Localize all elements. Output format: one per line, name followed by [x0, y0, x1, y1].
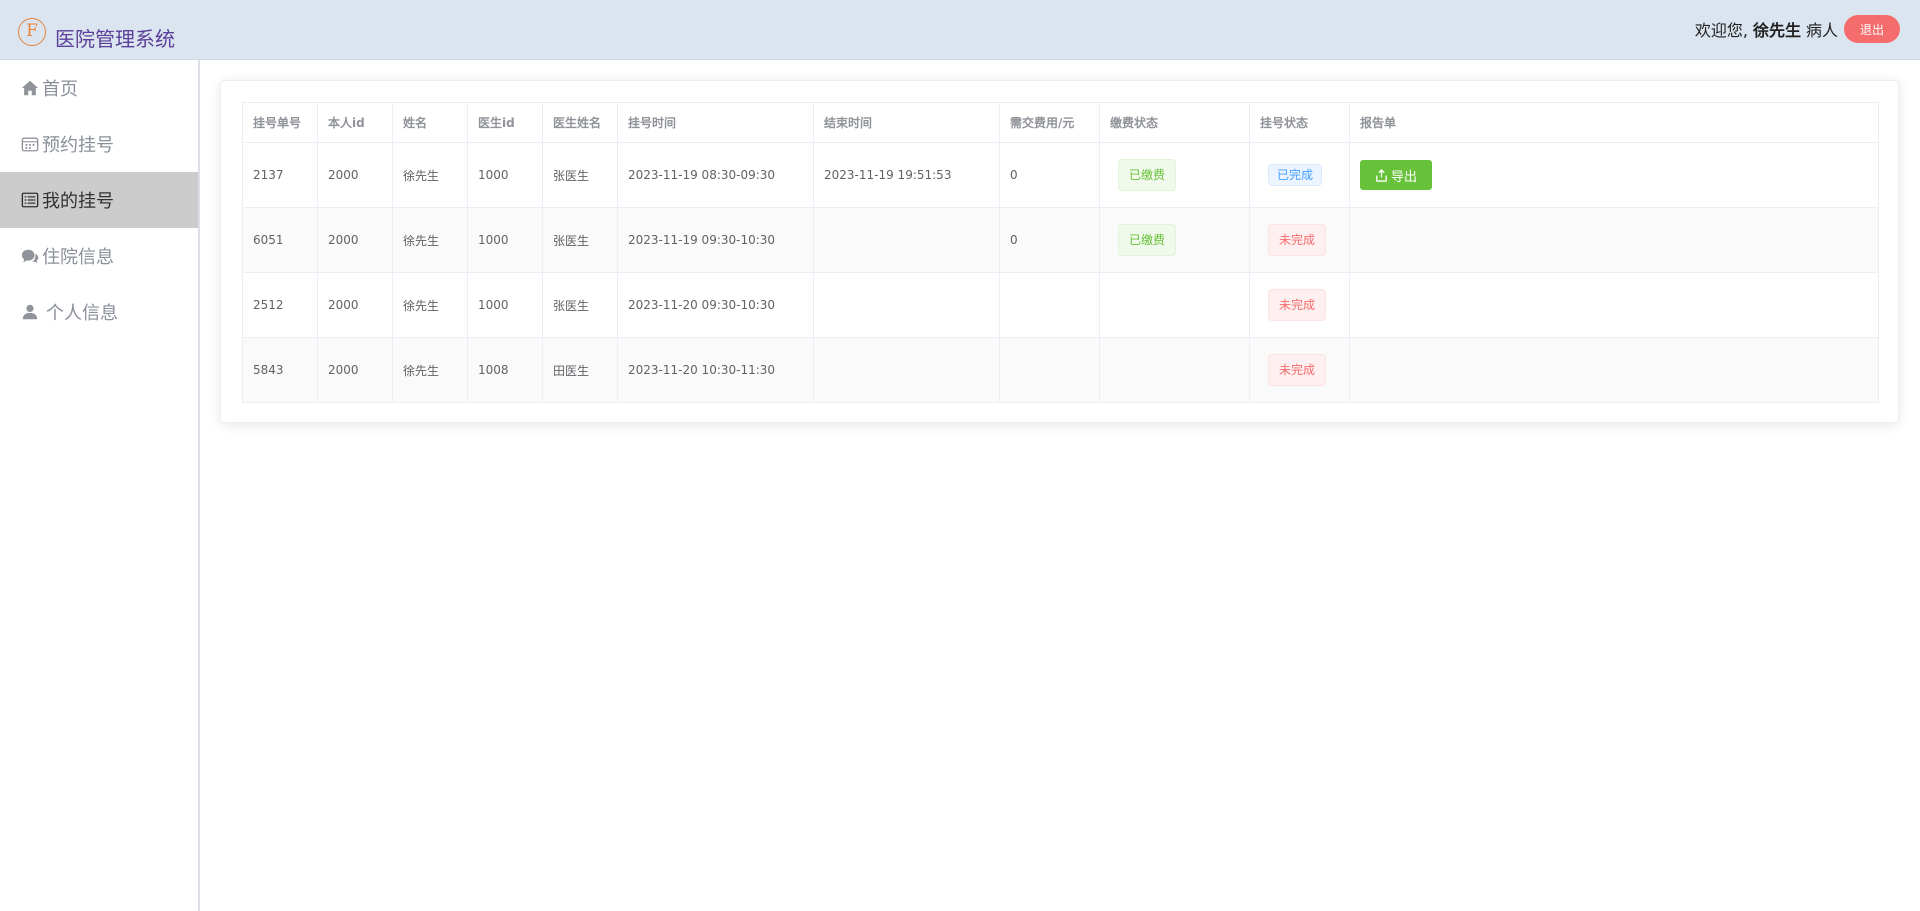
end-time: [813, 207, 1000, 273]
status-badge: 未完成: [1268, 224, 1327, 256]
sidebar-item-my-registration[interactable]: 我的挂号: [0, 172, 198, 228]
registration-table: 挂号单号 本人id 姓名 医生id 医生姓名 挂号时间 结束时间 需交费用/元 …: [242, 102, 1879, 403]
status-cell: 未完成: [1249, 337, 1350, 403]
registration-id: 2137: [242, 142, 318, 208]
sidebar-item-personal-info[interactable]: 个人信息: [0, 284, 198, 340]
user-name: 徐先生: [1752, 21, 1801, 40]
column-header: 姓名: [392, 102, 468, 143]
sidebar-menu: 首页 预约挂号 我的挂号 住院信息 个人信息: [0, 60, 200, 911]
registration-time: 2023-11-19 08:30-09:30: [617, 142, 814, 208]
sidebar-item-label: 首页: [42, 79, 78, 100]
report-cell: 导出: [1349, 142, 1879, 208]
sidebar-item-hospitalization[interactable]: 住院信息: [0, 228, 198, 284]
calendar-icon: [20, 134, 40, 154]
fee: 0: [999, 207, 1100, 273]
user-role: 病人: [1805, 21, 1838, 40]
status-badge: 未完成: [1268, 354, 1327, 386]
registration-id: 2512: [242, 272, 318, 338]
status-badge: 已完成: [1268, 164, 1323, 186]
registration-id: 6051: [242, 207, 318, 273]
fee: [999, 337, 1100, 403]
table-header-row: 挂号单号 本人id 姓名 医生id 医生姓名 挂号时间 结束时间 需交费用/元 …: [242, 102, 1879, 143]
patient-name: 徐先生: [392, 207, 468, 273]
report-cell: [1349, 337, 1879, 403]
status-cell: 未完成: [1249, 272, 1350, 338]
doctor-id: 1000: [467, 207, 543, 273]
column-header: 需交费用/元: [999, 102, 1100, 143]
end-time: [813, 272, 1000, 338]
sidebar-item-label: 预约挂号: [42, 135, 114, 156]
logo-icon: F: [18, 18, 46, 46]
welcome-text: 欢迎您,: [1694, 21, 1748, 40]
end-time: 2023-11-19 19:51:53: [813, 142, 1000, 208]
patient-name: 徐先生: [392, 272, 468, 338]
patient-id: 2000: [317, 207, 393, 273]
export-label: 导出: [1391, 169, 1418, 185]
list-icon: [20, 190, 40, 210]
registration-time: 2023-11-19 09:30-10:30: [617, 207, 814, 273]
sidebar-item-appointment[interactable]: 预约挂号: [0, 116, 198, 172]
column-header: 医生id: [467, 102, 543, 143]
patient-name: 徐先生: [392, 142, 468, 208]
sidebar-item-label: 住院信息: [42, 247, 114, 268]
doctor-id: 1008: [467, 337, 543, 403]
doctor-name: 张医生: [542, 272, 618, 338]
app-title: 医院管理系统: [55, 27, 175, 51]
logout-button[interactable]: 退出: [1843, 15, 1900, 43]
doctor-name: 田医生: [542, 337, 618, 403]
status-cell: 已完成: [1249, 142, 1350, 208]
pay-status-cell: [1099, 337, 1250, 403]
report-cell: [1349, 272, 1879, 338]
doctor-id: 1000: [467, 142, 543, 208]
column-header: 挂号时间: [617, 102, 814, 143]
column-header: 挂号单号: [242, 102, 318, 143]
doctor-id: 1000: [467, 272, 543, 338]
user-icon: [20, 302, 40, 322]
doctor-name: 张医生: [542, 142, 618, 208]
table-row: 6051 2000 徐先生 1000 张医生 2023-11-19 09:30-…: [242, 207, 1879, 273]
column-header: 医生姓名: [542, 102, 618, 143]
table-row: 2137 2000 徐先生 1000 张医生 2023-11-19 08:30-…: [242, 142, 1879, 208]
status-cell: 未完成: [1249, 207, 1350, 273]
export-icon: [1376, 168, 1387, 182]
home-icon: [20, 78, 40, 98]
top-header: F 医院管理系统 欢迎您, 徐先生 病人 退出: [0, 0, 1920, 60]
patient-id: 2000: [317, 337, 393, 403]
sidebar-item-home[interactable]: 首页: [0, 60, 198, 116]
registration-time: 2023-11-20 09:30-10:30: [617, 272, 814, 338]
end-time: [813, 337, 1000, 403]
registration-card: 挂号单号 本人id 姓名 医生id 医生姓名 挂号时间 结束时间 需交费用/元 …: [220, 80, 1899, 423]
patient-id: 2000: [317, 142, 393, 208]
sidebar-item-label: 我的挂号: [42, 191, 114, 212]
column-header: 结束时间: [813, 102, 1000, 143]
doctor-name: 张医生: [542, 207, 618, 273]
column-header: 报告单: [1349, 102, 1879, 143]
registration-id: 5843: [242, 337, 318, 403]
column-header: 本人id: [317, 102, 393, 143]
report-cell: [1349, 207, 1879, 273]
pay-status-badge: 已缴费: [1118, 159, 1177, 191]
pay-status-cell: [1099, 272, 1250, 338]
export-button[interactable]: 导出: [1360, 160, 1433, 190]
table-row: 2512 2000 徐先生 1000 张医生 2023-11-20 09:30-…: [242, 272, 1879, 338]
patient-id: 2000: [317, 272, 393, 338]
sidebar-item-label: 个人信息: [46, 303, 118, 324]
fee: 0: [999, 142, 1100, 208]
registration-time: 2023-11-20 10:30-11:30: [617, 337, 814, 403]
column-header: 挂号状态: [1249, 102, 1350, 143]
pay-status-cell: 已缴费: [1099, 142, 1250, 208]
fee: [999, 272, 1100, 338]
pay-status-badge: 已缴费: [1118, 224, 1177, 256]
pay-status-cell: 已缴费: [1099, 207, 1250, 273]
patient-name: 徐先生: [392, 337, 468, 403]
user-area: 欢迎您, 徐先生 病人 退出: [1695, 15, 1900, 43]
table-row: 5843 2000 徐先生 1008 田医生 2023-11-20 10:30-…: [242, 337, 1879, 403]
chat-icon: [20, 246, 40, 266]
status-badge: 未完成: [1268, 289, 1327, 321]
column-header: 缴费状态: [1099, 102, 1250, 143]
